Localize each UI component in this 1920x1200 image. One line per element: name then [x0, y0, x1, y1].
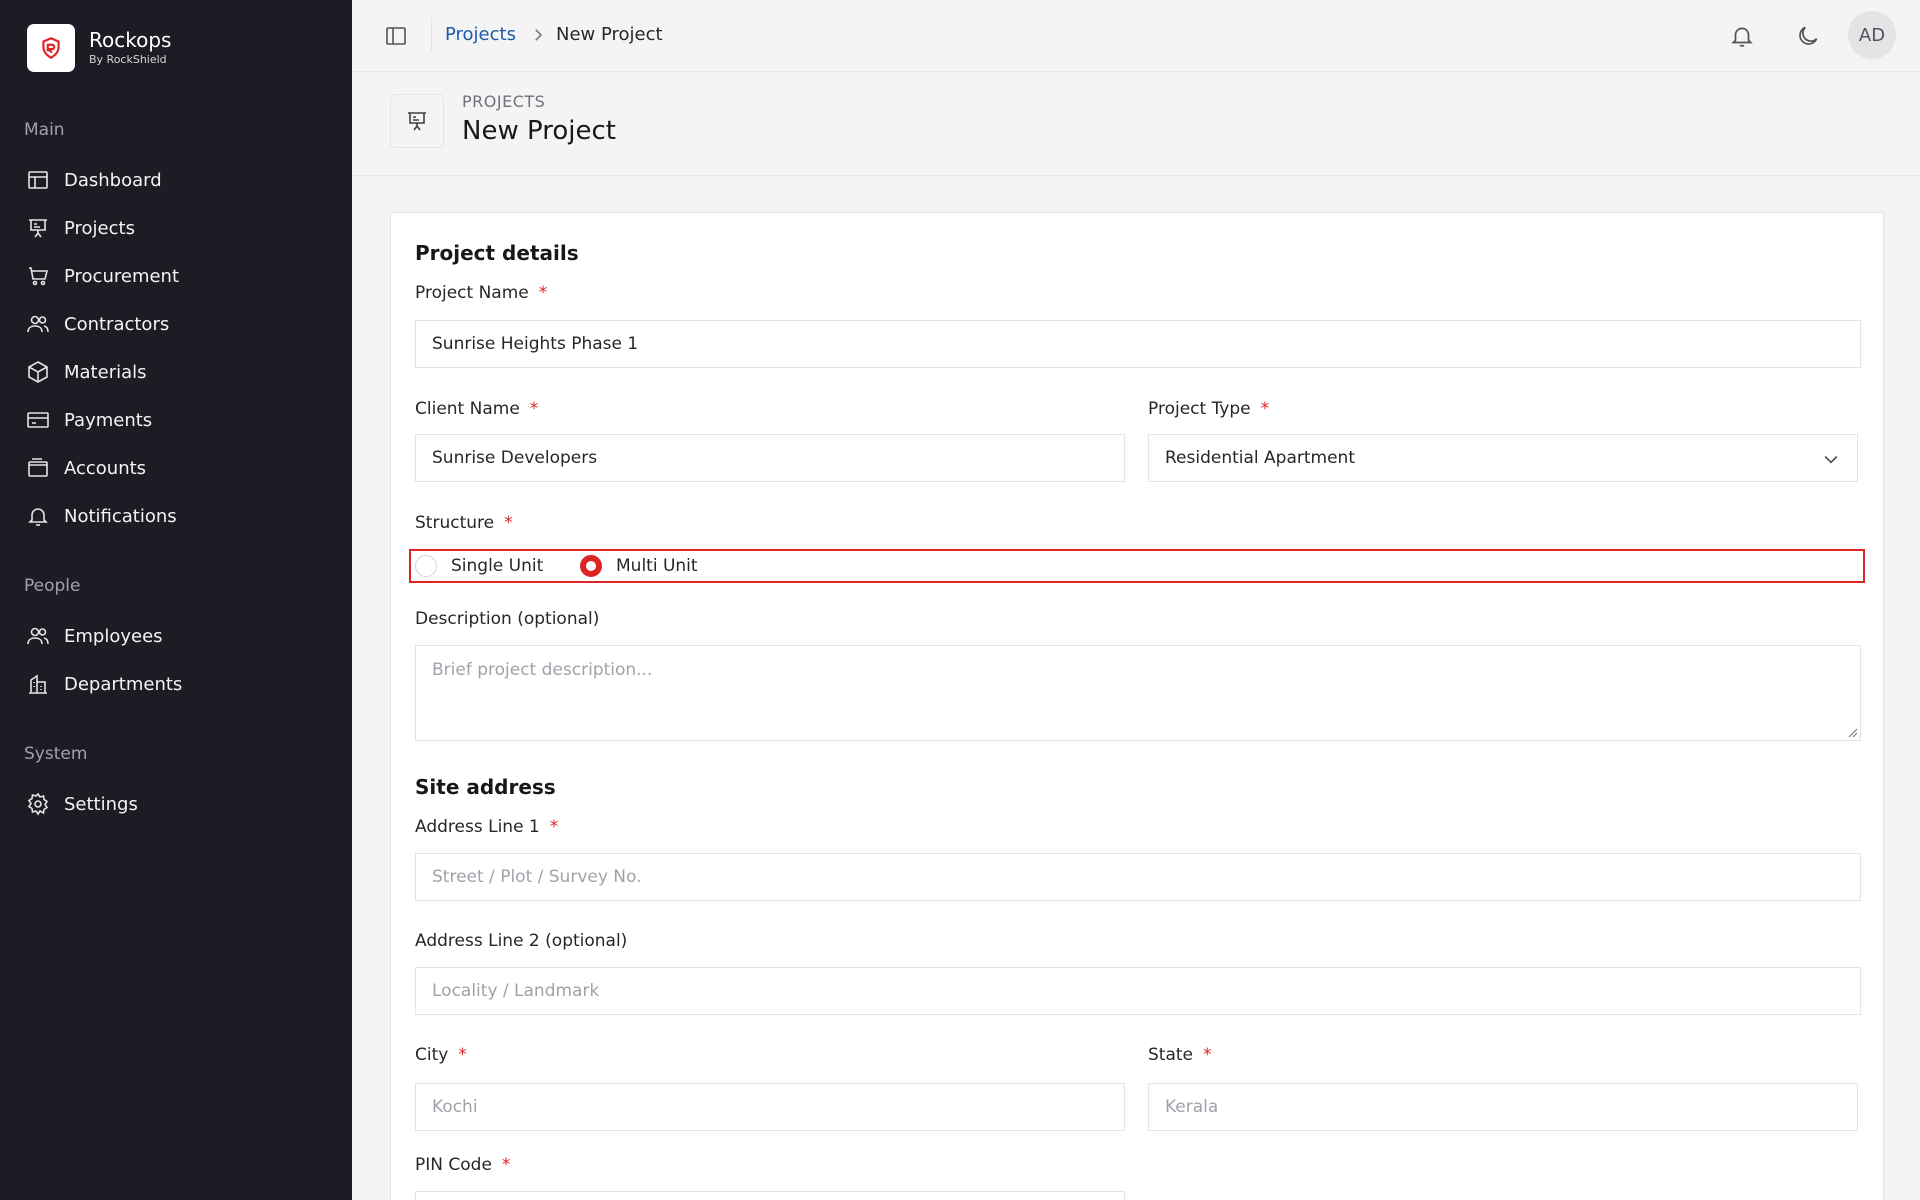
presentation-icon	[29, 219, 47, 238]
structure-radio-group: Single Unit Multi Unit	[409, 549, 1865, 583]
address1-label: Address Line 1 *	[415, 817, 559, 837]
address2-label: Address Line 2 (optional)	[415, 931, 628, 951]
radio-label: Multi Unit	[616, 556, 698, 576]
users-icon	[27, 315, 49, 333]
wallet-icon	[28, 458, 48, 477]
description-placeholder: Brief project description...	[432, 660, 653, 680]
building-icon	[29, 674, 47, 694]
sidebar-item-procurement[interactable]: Procurement	[26, 258, 326, 294]
page-eyebrow: PROJECTS	[462, 92, 546, 111]
brand[interactable]: Rockops By RockShield	[27, 24, 171, 72]
sidebar-item-label: Settings	[64, 793, 138, 815]
presentation-icon	[390, 94, 444, 148]
dashboard-icon	[28, 171, 48, 189]
sidebar-item-projects[interactable]: Projects	[26, 210, 326, 246]
avatar[interactable]: AD	[1848, 11, 1896, 59]
description-label: Description (optional)	[415, 609, 600, 629]
radio-label: Single Unit	[451, 556, 544, 576]
sidebar-item-notifications[interactable]: Notifications	[26, 498, 326, 534]
breadcrumb-projects[interactable]: Projects	[445, 24, 516, 45]
resize-handle-icon[interactable]	[1846, 726, 1858, 738]
project-form-card: Project details Project Name * Sunrise He…	[390, 212, 1884, 1200]
sidebar-item-label: Employees	[64, 625, 163, 647]
state-input[interactable]: Kerala	[1148, 1083, 1858, 1131]
sidebar-item-label: Procurement	[64, 265, 180, 287]
sidebar-item-label: Accounts	[64, 457, 147, 479]
sidebar-item-dashboard[interactable]: Dashboard	[26, 162, 326, 198]
gear-icon	[27, 792, 49, 816]
breadcrumb-current: New Project	[556, 24, 663, 45]
pin-input[interactable]	[415, 1191, 1125, 1200]
sidebar-item-departments[interactable]: Departments	[26, 666, 326, 702]
radio-single-unit[interactable]: Single Unit	[415, 555, 543, 577]
box-icon	[28, 361, 48, 383]
sidebar-item-label: Payments	[64, 409, 153, 431]
sidebar-item-settings[interactable]: Settings	[26, 786, 326, 822]
pin-label: PIN Code *	[415, 1155, 511, 1175]
project-name-label: Project Name *	[415, 283, 548, 303]
section-title-site-address: Site address	[415, 775, 556, 799]
cart-icon	[29, 267, 49, 286]
nav-section-people: People	[24, 576, 81, 596]
sidebar-item-label: Notifications	[64, 505, 177, 527]
client-name-label: Client Name *	[415, 399, 539, 419]
sidebar-item-employees[interactable]: Employees	[26, 618, 326, 654]
state-label: State *	[1148, 1045, 1212, 1065]
radio-circle-selected	[580, 555, 602, 577]
city-input[interactable]: Kochi	[415, 1083, 1125, 1131]
sidebar-item-contractors[interactable]: Contractors	[26, 306, 326, 342]
chevron-down-icon	[1824, 455, 1838, 464]
sidebar-item-materials[interactable]: Materials	[26, 354, 326, 390]
nav-section-main: Main	[24, 120, 65, 140]
sidebar-item-accounts[interactable]: Accounts	[26, 450, 326, 486]
brand-name: Rockops	[89, 28, 172, 52]
address1-input[interactable]: Street / Plot / Survey No.	[415, 853, 1861, 901]
sidebar-item-label: Projects	[64, 217, 135, 239]
structure-label: Structure *	[415, 513, 513, 533]
project-name-input[interactable]: Sunrise Heights Phase 1	[415, 320, 1861, 368]
sidebar-item-payments[interactable]: Payments	[26, 402, 326, 438]
topbar: Projects New Project AD	[352, 0, 1920, 72]
page-header: PROJECTS New Project	[352, 72, 1920, 176]
moon-icon[interactable]	[1795, 23, 1821, 49]
radio-multi-unit[interactable]: Multi Unit	[580, 555, 698, 577]
description-textarea[interactable]: Brief project description...	[415, 645, 1861, 741]
card-icon	[27, 412, 49, 428]
client-name-input[interactable]: Sunrise Developers	[415, 434, 1125, 482]
sidebar-toggle-icon[interactable]	[384, 24, 408, 48]
page-title: New Project	[462, 116, 616, 146]
project-type-label: Project Type *	[1148, 399, 1270, 419]
project-type-value: Residential Apartment	[1165, 448, 1355, 468]
sidebar-item-label: Contractors	[64, 313, 170, 335]
bell-icon	[28, 508, 48, 526]
city-label: City *	[415, 1045, 467, 1065]
sidebar-item-label: Dashboard	[64, 169, 162, 191]
divider	[431, 18, 432, 52]
brand-subtitle: By RockShield	[89, 53, 167, 66]
bell-icon[interactable]	[1729, 23, 1755, 49]
nav-section-system: System	[24, 744, 88, 764]
sidebar-item-label: Departments	[64, 673, 183, 695]
radio-circle	[415, 555, 437, 577]
sidebar: Rockops By RockShield Main Dashboard Pro…	[0, 0, 352, 1200]
section-title-project-details: Project details	[415, 241, 579, 265]
sidebar-item-label: Materials	[64, 361, 147, 383]
project-type-select[interactable]: Residential Apartment	[1148, 434, 1858, 482]
users-icon	[27, 627, 49, 645]
chevron-right-icon	[535, 29, 543, 41]
address2-input[interactable]: Locality / Landmark	[415, 967, 1861, 1015]
rockshield-logo-icon	[27, 24, 75, 72]
